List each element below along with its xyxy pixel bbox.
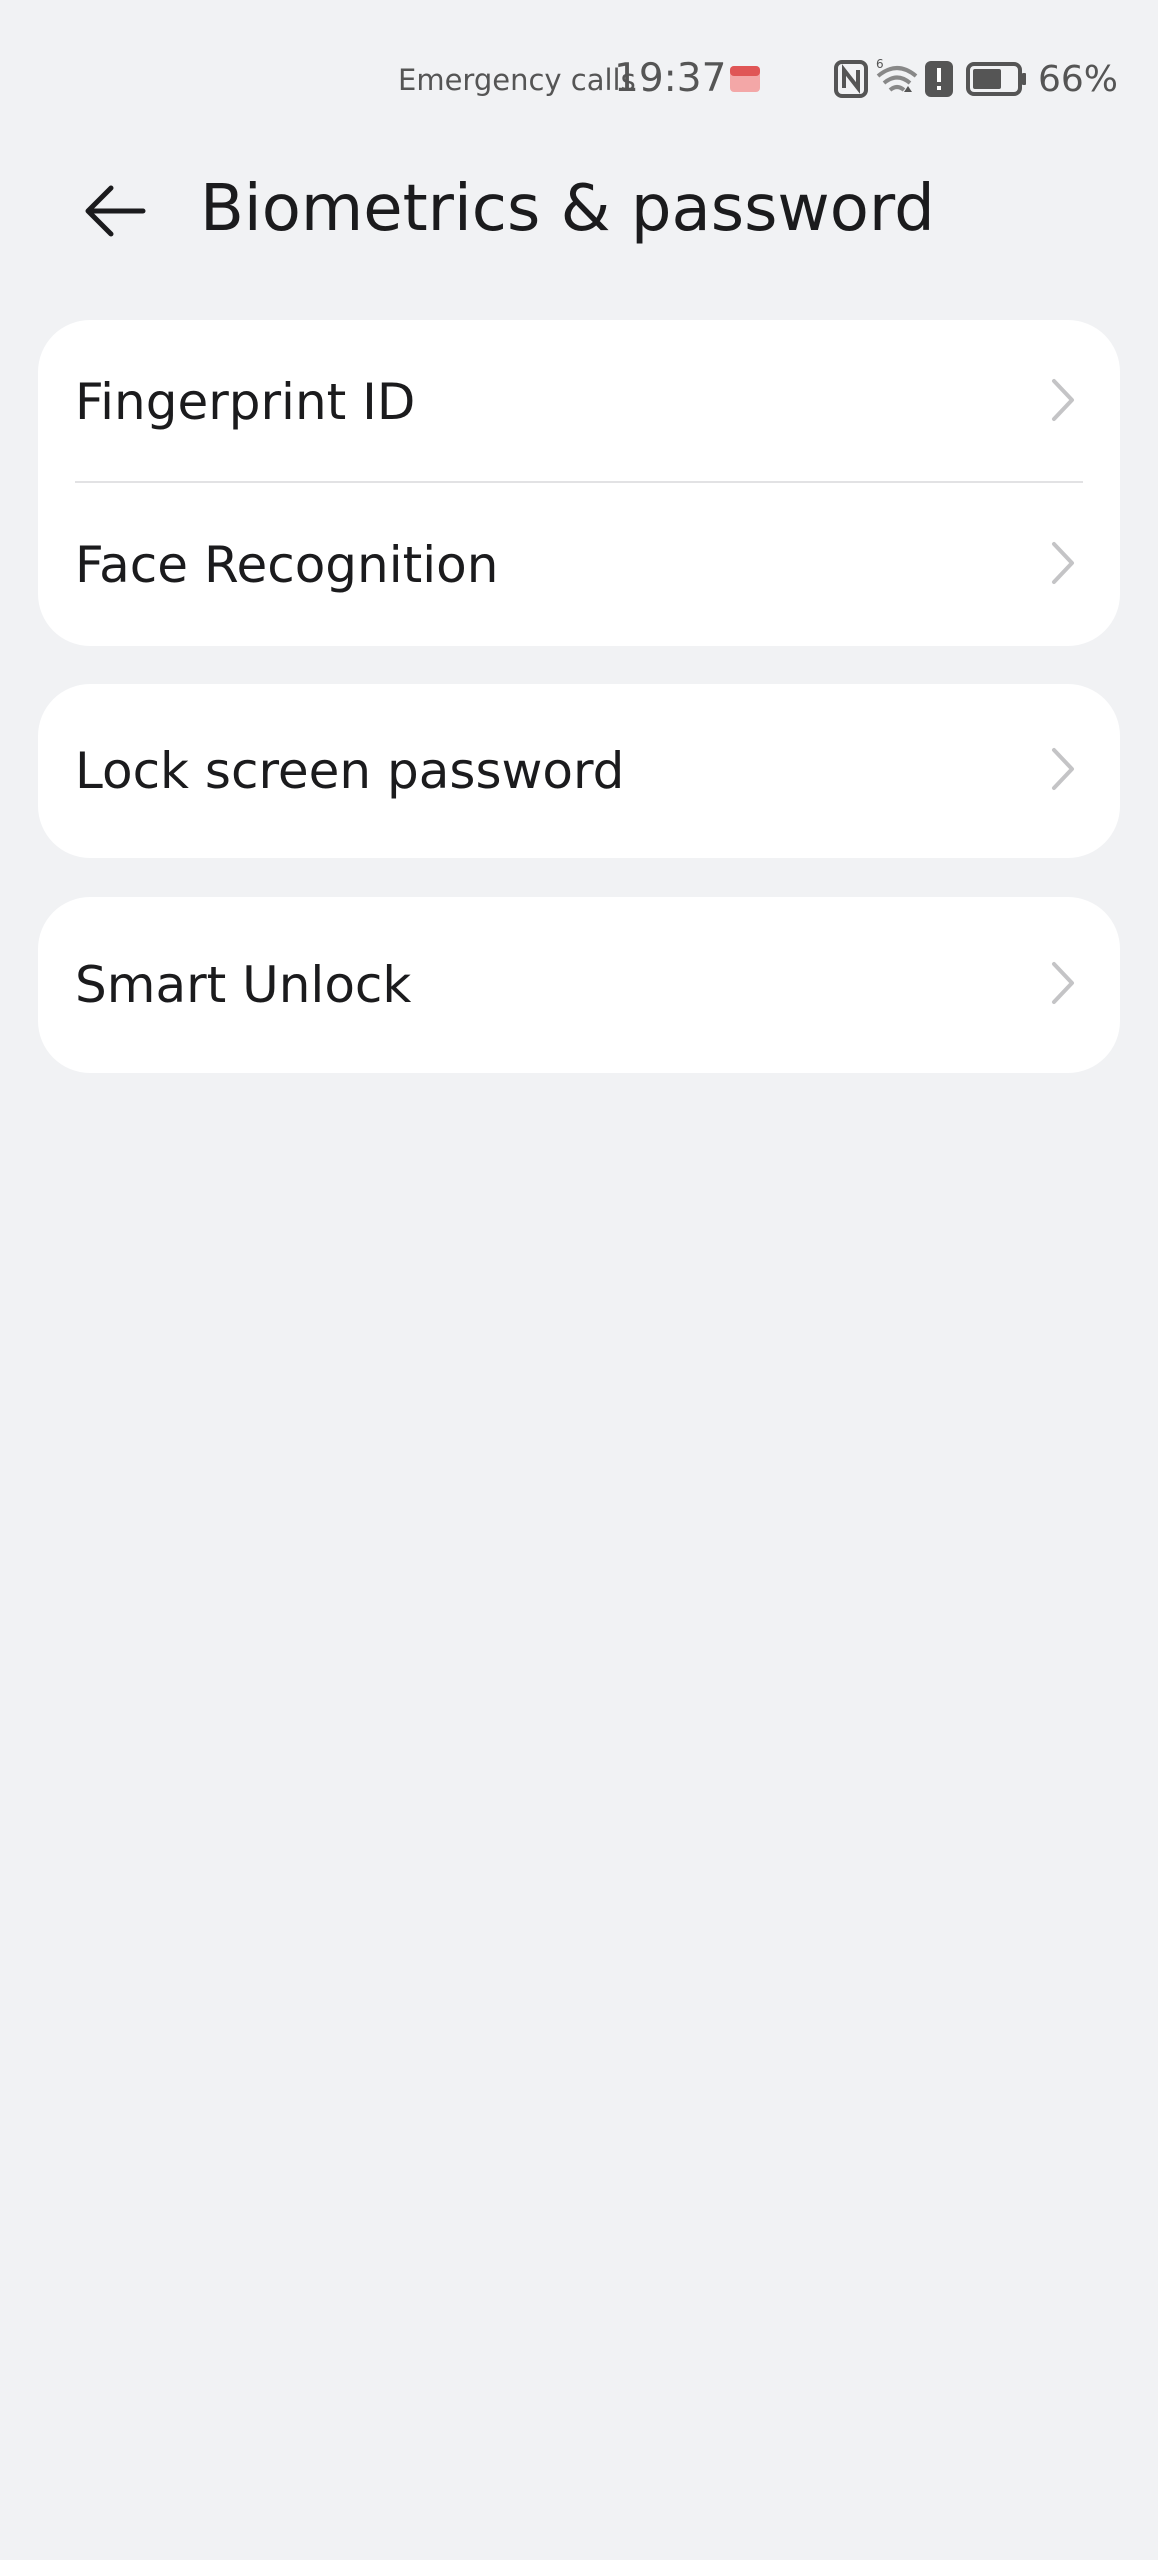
battery-icon [966, 62, 1028, 100]
status-time: 19:37 [614, 56, 727, 101]
app-notification-icon [728, 62, 762, 98]
battery-percent: 66% [1038, 59, 1119, 100]
smart-unlock-item[interactable]: Smart Unlock [38, 897, 1120, 1073]
nfc-icon [834, 60, 868, 102]
carrier-text: Emergency calls [398, 63, 636, 97]
smart-unlock-card: Smart Unlock [38, 897, 1120, 1073]
fingerprint-id-item[interactable]: Fingerprint ID [38, 320, 1120, 483]
back-arrow-icon [83, 184, 147, 242]
back-button[interactable] [60, 168, 170, 258]
svg-text:6: 6 [876, 57, 884, 71]
biometrics-card: Fingerprint ID Face Recognition [38, 320, 1120, 646]
smart-unlock-label: Smart Unlock [75, 956, 412, 1014]
face-recognition-item[interactable]: Face Recognition [38, 483, 1120, 646]
page-title: Biometrics & password [200, 172, 935, 246]
lock-screen-card: Lock screen password [38, 684, 1120, 858]
chevron-right-icon [1048, 744, 1078, 798]
lock-screen-password-label: Lock screen password [75, 742, 625, 800]
lock-screen-password-item[interactable]: Lock screen password [38, 684, 1120, 858]
status-bar: Emergency calls 19:37 6 66% [0, 0, 1158, 160]
face-recognition-label: Face Recognition [75, 535, 499, 594]
fingerprint-id-label: Fingerprint ID [75, 372, 416, 431]
chevron-right-icon [1048, 538, 1078, 592]
alert-icon [924, 60, 954, 102]
chevron-right-icon [1048, 375, 1078, 429]
wifi-icon: 6 [874, 56, 920, 102]
chevron-right-icon [1048, 958, 1078, 1012]
header: Biometrics & password [0, 150, 1158, 270]
